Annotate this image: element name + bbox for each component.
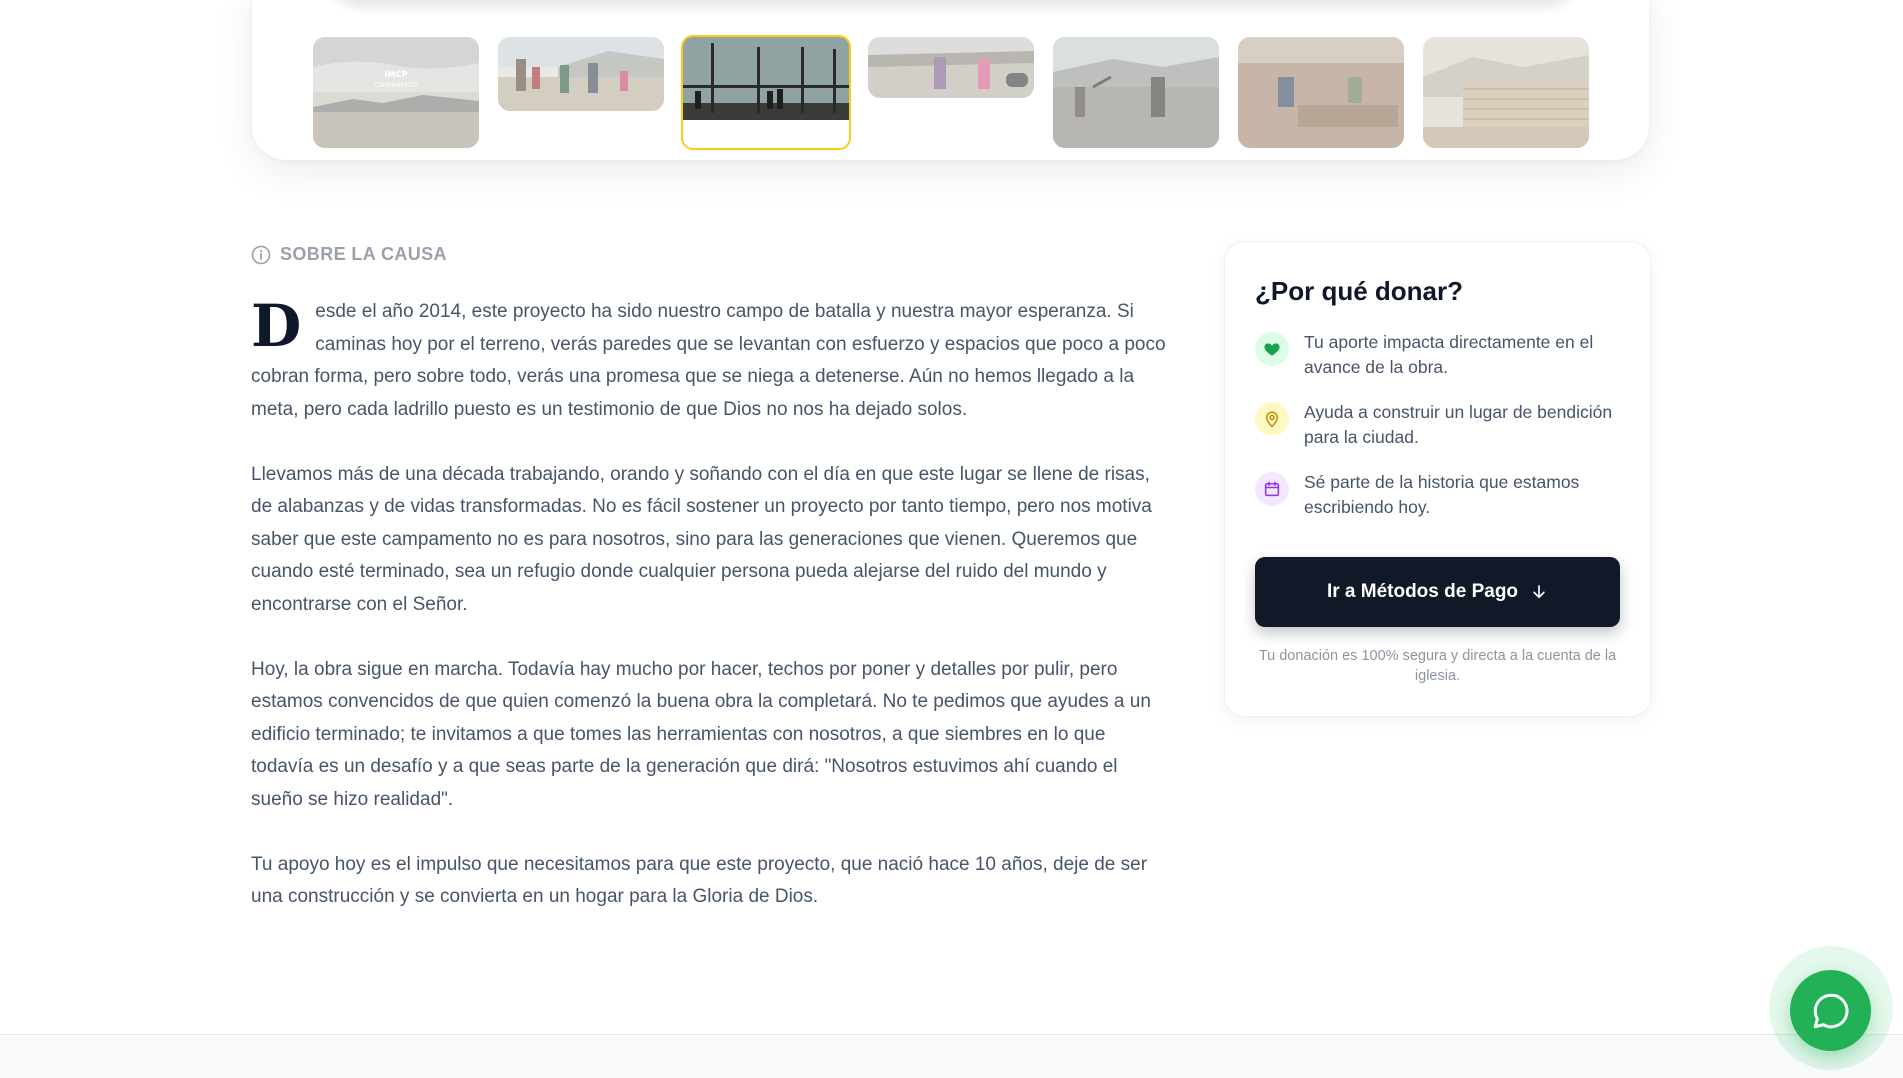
gallery-thumbnail-2[interactable] [498,37,664,111]
arrow-down-icon [1533,585,1545,599]
gallery-thumbnail-3[interactable] [681,35,851,150]
reason-item-blessing: Ayuda a construir un lugar de bendición … [1255,400,1625,450]
reason-text: Sé parte de la historia que estamos escr… [1304,472,1580,517]
thumbnail-overlay-subtitle: CAMPAMENTO [375,82,418,89]
gallery-thumbnail-6[interactable] [1238,37,1404,148]
why-donate-card: ¿Por qué donar? Tu aporte impacta direct… [1224,241,1651,717]
article-paragraph-1: Desde el año 2014, este proyecto ha sido… [251,296,1167,426]
reason-text: Tu aporte impacta directamente en el ava… [1304,332,1594,377]
thumbnail-overlay-title: IMCP [385,70,408,79]
whatsapp-chat-icon [1813,993,1848,1028]
gallery-thumbnail-4[interactable] [868,37,1034,98]
donate-card-title: ¿Por qué donar? [1255,276,1463,306]
about-article: Desde el año 2014, este proyecto ha sido… [251,296,1167,946]
whatsapp-chat-button[interactable] [1790,970,1871,1051]
gallery-thumbnail-7[interactable] [1423,37,1589,148]
footer-top-edge [0,1034,1903,1078]
go-to-payment-methods-button[interactable]: Ir a Métodos de Pago [1255,557,1620,627]
calendar-icon [1255,472,1289,506]
secure-donation-note: Tu donación es 100% segura y directa a l… [1258,648,1617,684]
reason-item-impact: Tu aporte impacta directamente en el ava… [1255,330,1625,380]
reason-text: Ayuda a construir un lugar de bendición … [1304,402,1613,447]
article-paragraph-3: Hoy, la obra sigue en marcha. Todavía ha… [251,658,1151,810]
paragraph-1-text: esde el año 2014, este proyecto ha sido … [251,301,1166,420]
article-paragraph-2: Llevamos más de una década trabajando, o… [251,463,1152,615]
pay-button-label: Ir a Métodos de Pago [1326,581,1519,602]
section-label-about: SOBRE LA CAUSA [251,244,447,265]
gallery-thumbnail-5[interactable] [1053,37,1219,148]
article-paragraph-4: Tu apoyo hoy es el impulso que necesitam… [251,853,1148,908]
gallery-thumbnail-1[interactable]: IMCP CAMPAMENTO [313,37,479,148]
section-label-text: SOBRE LA CAUSA [280,244,447,264]
drop-cap: D [251,292,302,360]
reason-item-history: Sé parte de la historia que estamos escr… [1255,470,1625,520]
heart-icon [1255,332,1289,366]
map-pin-icon [1255,402,1289,436]
info-icon [251,245,271,264]
